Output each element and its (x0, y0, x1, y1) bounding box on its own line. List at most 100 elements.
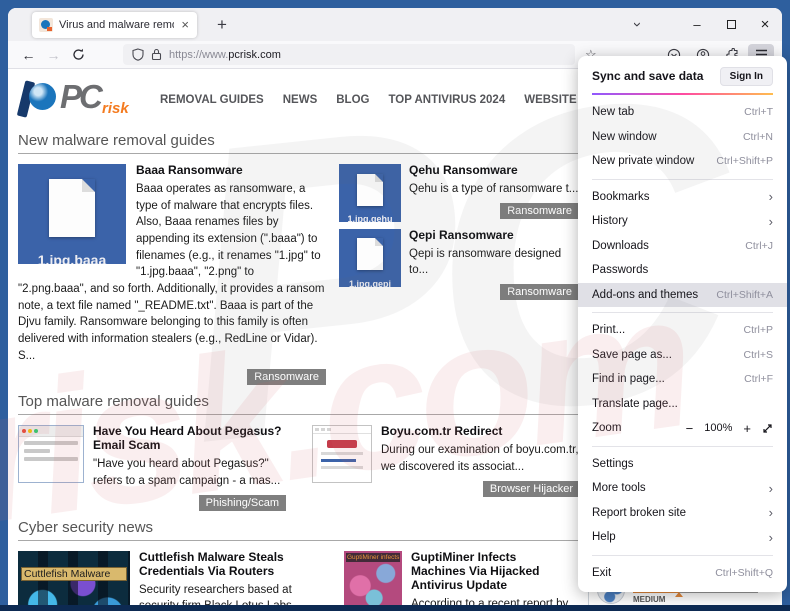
site-nav: REMOVAL GUIDES NEWS BLOG TOP ANTIVIRUS 2… (160, 94, 637, 106)
article-qepi: 1.jpg.qepi Qepi Ransomware Qepi is ranso… (339, 228, 579, 300)
menu-item-label: Report broken site (592, 507, 686, 519)
menu-item-new-private-window[interactable]: New private window Ctrl+Shift+P (578, 149, 787, 174)
url-bar[interactable]: https://www.pcrisk.com (123, 44, 575, 65)
menu-divider (592, 446, 773, 447)
menu-item-shortcut: Ctrl+T (744, 106, 773, 118)
url-protocol: https://www. (169, 49, 228, 61)
chevron-right-icon: › (769, 482, 773, 495)
tag-row: Ransomware (18, 369, 326, 385)
category-badge[interactable]: Phishing/Scam (199, 495, 286, 511)
zoom-in-button[interactable]: + (743, 421, 751, 436)
menu-item-shortcut: Ctrl+Shift+A (716, 289, 773, 301)
menu-item-label: New private window (592, 155, 694, 167)
menu-item-zoom: Zoom − 100% + (578, 416, 787, 441)
menu-item-shortcut: Ctrl+Shift+P (716, 155, 773, 167)
menu-item-addons-themes[interactable]: Add-ons and themes Ctrl+Shift+A (578, 283, 787, 308)
logo-text-risk: risk (102, 100, 129, 117)
sign-in-button[interactable]: Sign In (720, 67, 773, 86)
new-tab-button[interactable]: + (209, 15, 235, 35)
chevron-right-icon: › (769, 506, 773, 519)
menu-item-label: Zoom (592, 422, 621, 434)
back-button[interactable]: ← (16, 44, 41, 66)
article-cuttlefish: Cuttlefish Malware Cuttlefish Malware St… (18, 550, 318, 605)
reload-button[interactable] (66, 44, 91, 66)
menu-item-save-page-as[interactable]: Save page as... Ctrl+S (578, 343, 787, 368)
menu-item-shortcut: Ctrl+F (744, 373, 773, 385)
category-badge[interactable]: Ransomware (247, 369, 326, 385)
menu-item-shortcut: Ctrl+J (745, 240, 773, 252)
menu-item-label: Passwords (592, 264, 648, 276)
chevron-right-icon: › (769, 190, 773, 203)
side-article-column: 1.jpg.qehu Qehu Ransomware Qehu is a typ… (339, 163, 579, 385)
redacted-line (24, 457, 78, 461)
redacted-line (321, 466, 363, 469)
forward-button: → (41, 44, 66, 66)
magnifier-lens-icon (29, 83, 56, 110)
article-thumbnail[interactable] (18, 425, 84, 483)
menu-item-label: Print... (592, 324, 625, 336)
menu-item-history[interactable]: History › (578, 209, 787, 234)
tab-close-icon[interactable]: × (180, 18, 190, 31)
zoom-out-button[interactable]: − (686, 421, 694, 436)
menu-item-downloads[interactable]: Downloads Ctrl+J (578, 234, 787, 259)
category-badge[interactable]: Browser Hijacker (483, 481, 580, 497)
thumbnail-caption: GuptiMiner infects (346, 553, 400, 562)
mail-window-bar (19, 426, 83, 437)
reload-icon (72, 48, 85, 61)
menu-item-shortcut: Ctrl+S (744, 349, 773, 361)
article-thumbnail[interactable]: Cuttlefish Malware (18, 551, 130, 605)
article-thumbnail[interactable]: 1.jpg.qehu (339, 164, 401, 222)
pcrisk-logo[interactable]: PC risk (18, 78, 140, 122)
thumbnail-caption: Cuttlefish Malware (21, 567, 127, 581)
desktop: Virus and malware removal inst × + › – ×… (0, 0, 790, 611)
chevron-down-icon: › (629, 22, 646, 27)
category-badge[interactable]: Ransomware (500, 203, 579, 219)
lock-icon (151, 48, 162, 61)
maximize-button[interactable] (714, 8, 748, 41)
article-thumbnail[interactable]: 1.jpg.qepi (339, 229, 401, 287)
nav-blog[interactable]: BLOG (336, 94, 369, 106)
meter-marker-icon (675, 592, 683, 597)
fullscreen-icon[interactable] (762, 423, 773, 434)
close-button[interactable]: × (748, 8, 782, 41)
menu-divider (592, 312, 773, 313)
url-text: https://www.pcrisk.com (169, 49, 281, 61)
menu-item-new-tab[interactable]: New tab Ctrl+T (578, 100, 787, 125)
menu-item-bookmarks[interactable]: Bookmarks › (578, 185, 787, 210)
gradient-divider (592, 93, 773, 95)
article-thumbnail[interactable]: GuptiMiner infects (344, 551, 402, 605)
list-all-tabs-button[interactable]: › (622, 8, 652, 41)
menu-item-find-in-page[interactable]: Find in page... Ctrl+F (578, 367, 787, 392)
nav-news[interactable]: NEWS (283, 94, 318, 106)
menu-item-more-tools[interactable]: More tools › (578, 476, 787, 501)
nav-removal-guides[interactable]: REMOVAL GUIDES (160, 94, 264, 106)
article-thumbnail[interactable] (312, 425, 372, 483)
menu-item-help[interactable]: Help › (578, 525, 787, 550)
menu-item-shortcut: Ctrl+P (744, 324, 773, 336)
category-badge[interactable]: Ransomware (500, 284, 579, 300)
redacted-line (321, 452, 363, 455)
menu-item-passwords[interactable]: Passwords (578, 258, 787, 283)
menu-item-new-window[interactable]: New window Ctrl+N (578, 125, 787, 150)
window-controls: › – × (622, 8, 782, 41)
yellow-dot-icon (28, 429, 32, 433)
link-line (321, 459, 356, 462)
article-pegasus: Have You Heard About Pegasus? Email Scam… (18, 424, 286, 510)
menu-item-label: New window (592, 131, 657, 143)
zoom-level-value[interactable]: 100% (704, 422, 732, 434)
article-thumbnail[interactable]: 1.jpg.baaa (18, 164, 126, 264)
menu-item-settings[interactable]: Settings (578, 452, 787, 477)
menu-item-translate-page[interactable]: Translate page... (578, 392, 787, 417)
chevron-right-icon: › (769, 531, 773, 544)
main-article-column: 1.jpg.baaa Baaa Ransomware Baaa operates… (18, 163, 326, 385)
browser-tab[interactable]: Virus and malware removal inst × (32, 12, 197, 38)
menu-item-print[interactable]: Print... Ctrl+P (578, 318, 787, 343)
thumbnail-caption: 1.jpg.baaa (18, 252, 126, 264)
menu-item-exit[interactable]: Exit Ctrl+Shift+Q (578, 561, 787, 586)
article-qehu: 1.jpg.qehu Qehu Ransomware Qehu is a typ… (339, 163, 579, 219)
menu-item-sync[interactable]: Sync and save data Sign In (578, 62, 787, 90)
menu-item-report-broken-site[interactable]: Report broken site › (578, 501, 787, 526)
red-dot-icon (22, 429, 26, 433)
minimize-button[interactable]: – (680, 8, 714, 41)
nav-top-antivirus[interactable]: TOP ANTIVIRUS 2024 (388, 94, 505, 106)
